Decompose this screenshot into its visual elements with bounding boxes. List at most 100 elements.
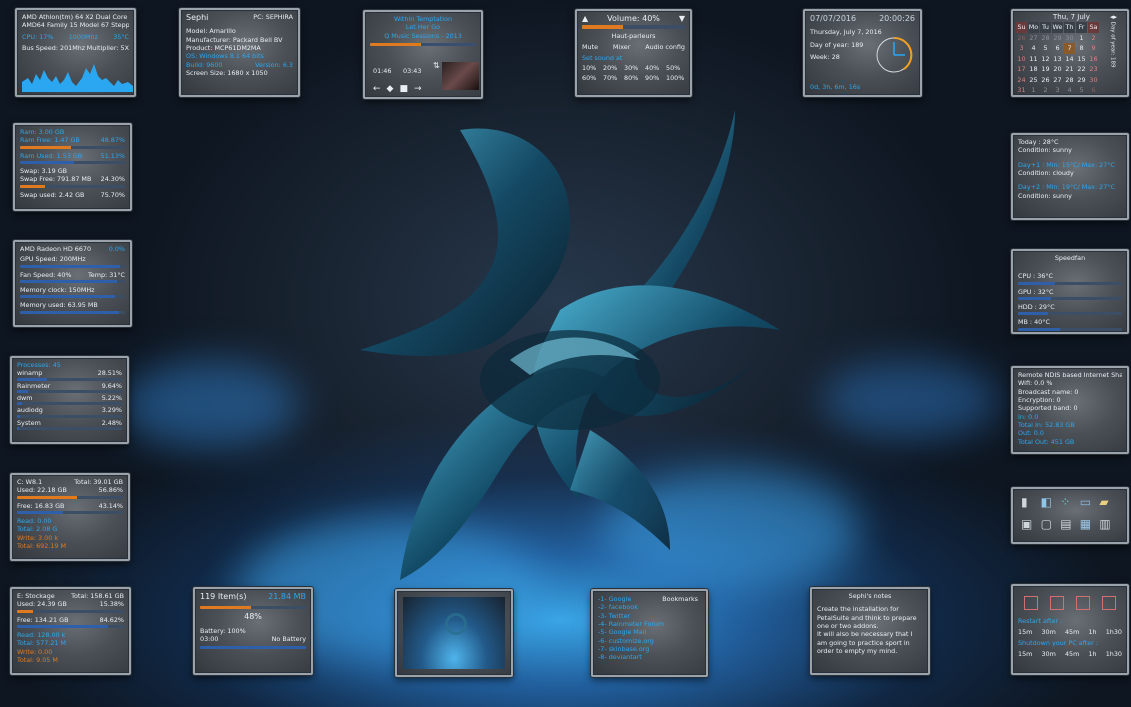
stop-icon[interactable]: ■ [399,84,414,94]
calendar-day[interactable]: 7 [1064,43,1075,54]
calendar-day[interactable]: 24 [1016,75,1027,86]
control-panel-icon[interactable]: ▦ [1080,517,1100,531]
volume-level-button[interactable]: 40% [645,64,664,72]
mixer-button[interactable]: Mixer [613,43,630,51]
volume-level-button[interactable]: 20% [603,64,622,72]
calendar-day[interactable]: 25 [1028,75,1039,86]
calendar-day[interactable]: 19 [1040,64,1051,75]
bookmark-link[interactable]: -2- facebook [598,603,701,611]
calendar-day[interactable]: 9 [1088,43,1099,54]
bookmark-link[interactable]: -3- Twitter [598,612,701,620]
calendar-day[interactable]: 5 [1076,85,1087,95]
folder-icon[interactable]: ▰ [1099,495,1119,509]
calendar-day[interactable]: 22 [1076,64,1087,75]
recycle-bin-widget[interactable]: 119 Item(s) 21.84 MB 48% Battery: 100% 03… [193,587,313,675]
calendar-day[interactable]: 4 [1028,43,1039,54]
volume-down-icon[interactable]: ▼ [679,14,685,24]
calendar-day[interactable]: 3 [1052,85,1063,95]
timer-option[interactable]: 1h [1088,628,1096,636]
volume-level-button[interactable]: 50% [666,64,685,72]
timer-option[interactable]: 15m [1018,650,1032,658]
calendar-day[interactable]: 28 [1064,75,1075,86]
calendar-day[interactable]: 14 [1064,54,1075,65]
printer-icon[interactable]: ▤ [1060,517,1080,531]
wallpaper-preview-widget[interactable] [395,589,513,677]
calendar-day[interactable]: 27 [1052,75,1063,86]
network-icon[interactable]: ⁘ [1060,495,1080,509]
calendar-day[interactable]: 1 [1028,85,1039,95]
terminal-icon[interactable]: ▣ [1021,517,1041,531]
calendar-day[interactable]: 20 [1052,64,1063,75]
volume-level-button[interactable]: 70% [603,74,622,82]
timer-option[interactable]: 30m [1041,650,1055,658]
calendar-day[interactable]: 29 [1076,75,1087,86]
timer-option[interactable]: 45m [1065,650,1079,658]
timer-option[interactable]: 1h30 [1106,628,1122,636]
volume-level-button[interactable]: 30% [624,64,643,72]
calendar-day[interactable]: 28 [1040,33,1051,44]
calendar-day[interactable]: 21 [1064,64,1075,75]
previous-icon[interactable]: ← [373,84,387,94]
mute-button[interactable]: Mute [582,43,598,51]
timer-option[interactable]: 1h [1088,650,1096,658]
calendar-day[interactable]: 18 [1028,64,1039,75]
volume-level-button[interactable]: 80% [624,74,643,82]
calendar-day[interactable]: 17 [1016,64,1027,75]
calendar-day[interactable]: 10 [1016,54,1027,65]
calendar-day[interactable]: 30 [1064,33,1075,44]
shutdown-icon[interactable] [1024,596,1038,610]
next-icon[interactable]: → [414,84,428,94]
volume-level-button[interactable]: 90% [645,74,664,82]
calendar-day[interactable]: 30 [1088,75,1099,86]
calendar-day[interactable]: 23 [1088,64,1099,75]
bookmark-link[interactable]: -8- deviantart [598,653,701,661]
calendar-day[interactable]: 12 [1040,54,1051,65]
volume-level-button[interactable]: 10% [582,64,601,72]
timer-option[interactable]: 1h30 [1106,650,1122,658]
computer-icon[interactable]: ▮ [1021,495,1041,509]
notes-text[interactable]: Create the installation for PetalSuite a… [817,605,923,655]
restart-icon[interactable] [1050,596,1064,610]
shuffle-button[interactable]: ⇅ [433,62,440,70]
volume-level-button[interactable]: 100% [666,74,685,82]
documents-icon[interactable]: ◧ [1041,495,1061,509]
bookmark-link[interactable]: -5- Google Mail [598,628,701,636]
calendar-day[interactable]: 2 [1088,33,1099,44]
bookmark-link[interactable]: -7- skinbase.org [598,645,701,653]
timer-option[interactable]: 30m [1041,628,1055,636]
calendar-day[interactable]: 26 [1016,33,1027,44]
calendar-day[interactable]: 2 [1040,85,1051,95]
calendar-day[interactable]: 16 [1088,54,1099,65]
calendar-day[interactable]: 26 [1040,75,1051,86]
power-buttons [1018,596,1122,610]
display-icon[interactable]: ▢ [1041,517,1061,531]
volume-up-icon[interactable]: ▲ [582,14,588,24]
calendar-day[interactable]: 13 [1052,54,1063,65]
track-progress[interactable] [370,42,476,46]
volume-level-button[interactable]: 60% [582,74,601,82]
timer-option[interactable]: 15m [1018,628,1032,636]
calendar-day[interactable]: 11 [1028,54,1039,65]
timer-option[interactable]: 45m [1065,628,1079,636]
calendar-day[interactable]: 27 [1028,33,1039,44]
calendar-day[interactable]: 4 [1064,85,1075,95]
next-month-icon[interactable]: ▸ [1113,13,1117,21]
audio-config-button[interactable]: Audio config [645,43,685,51]
calendar-day[interactable]: 31 [1016,85,1027,95]
bookmark-link[interactable]: -6- customize.org [598,637,701,645]
monitor-icon[interactable]: ▭ [1080,495,1100,509]
play-icon[interactable]: ◆ [387,84,400,94]
calendar-day[interactable]: 15 [1076,54,1087,65]
sleep-icon[interactable] [1102,596,1116,610]
recycle-icon[interactable]: ▥ [1099,517,1119,531]
bookmark-link[interactable]: -4- Rainmeter Forum [598,620,701,628]
calendar-day[interactable]: 29 [1052,33,1063,44]
calendar-day[interactable]: 8 [1076,43,1087,54]
calendar-day[interactable]: 3 [1016,43,1027,54]
calendar-day[interactable]: 1 [1076,33,1087,44]
calendar-day[interactable]: 6 [1052,43,1063,54]
logoff-icon[interactable] [1076,596,1090,610]
calendar-day[interactable]: 6 [1088,85,1099,95]
volume-bar[interactable] [582,25,685,30]
calendar-day[interactable]: 5 [1040,43,1051,54]
